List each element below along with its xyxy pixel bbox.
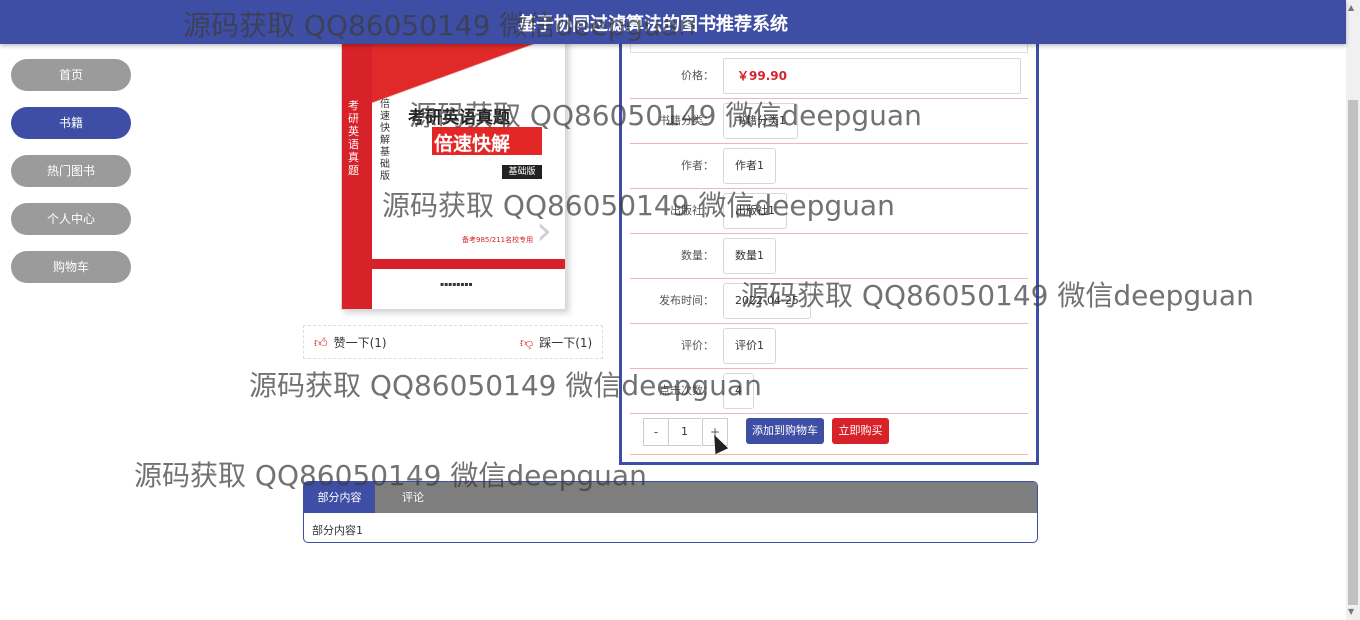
cover-publisher-logo: ▪▪▪▪▪▪▪▪: [440, 281, 473, 288]
tab-bar: 部分内容 评论: [304, 482, 1037, 513]
quantity-row: 数量： 数量1: [630, 234, 1028, 279]
dislike-label: 踩一下(1): [539, 336, 593, 350]
cover-tag: 备考985/211名校专用: [462, 236, 534, 244]
book-detail-panel: 价格： ￥99.90 书籍分类： 书籍分类1 作者： 作者1 出版社： 出版社1…: [619, 38, 1039, 465]
author-value: 作者1: [723, 148, 776, 184]
sidebar-nav: 首页 书籍 热门图书 个人中心 购物车: [11, 59, 131, 299]
nav-personal-center-button[interactable]: 个人中心: [11, 203, 131, 235]
dislike-button[interactable]: 👎︎ 踩一下(1): [520, 334, 592, 351]
vote-box: 👍︎ 赞一下(1) 👎︎ 踩一下(1): [303, 325, 603, 359]
buy-now-button[interactable]: 立即购买: [832, 418, 889, 444]
price-row: 价格： ￥99.90: [630, 54, 1028, 99]
clicks-label: 点击次数：: [659, 384, 714, 397]
tab-partial-content[interactable]: 部分内容: [304, 482, 375, 513]
site-title: 基于协同过滤算法的图书推荐系统: [518, 14, 788, 35]
rating-label: 评价：: [681, 339, 714, 352]
quantity-value: 数量1: [723, 238, 776, 274]
clicks-value: 4: [723, 373, 754, 409]
header-bar: 基于协同过滤算法的图书推荐系统: [0, 0, 1346, 44]
cover-main-title: 倍速快解: [434, 133, 511, 155]
rating-row: 评价： 评价1: [630, 324, 1028, 369]
thumbs-up-icon: 👍︎: [314, 336, 328, 351]
quantity-input[interactable]: 1: [668, 418, 701, 446]
cover-diagonal-band: [372, 39, 565, 109]
like-label: 赞一下(1): [333, 336, 387, 350]
scroll-up-arrow-icon[interactable]: ▲: [1348, 3, 1354, 12]
cover-series-title: 考研英语真题: [408, 108, 510, 128]
publish-date-value: 2022-04-25: [723, 283, 811, 319]
content-tabs: 部分内容 评论 部分内容1: [303, 481, 1038, 543]
purchase-row: - 1 + 添加到购物车 立即购买: [630, 412, 1028, 455]
thumbs-down-icon: 👎︎: [520, 336, 534, 351]
cover-spine-text: 考研英语真题: [348, 99, 359, 177]
nav-home-button[interactable]: 首页: [11, 59, 131, 91]
nav-books-button[interactable]: 书籍: [11, 107, 131, 139]
rating-value: 评价1: [723, 328, 776, 364]
publisher-row: 出版社： 出版社1: [630, 189, 1028, 234]
cover-bottom-strip: [342, 259, 565, 269]
like-button[interactable]: 👍︎ 赞一下(1): [314, 334, 387, 351]
cover-edition-badge: 基础版: [502, 165, 542, 179]
author-row: 作者： 作者1: [630, 144, 1028, 189]
publish-date-row: 发布时间： 2022-04-25: [630, 279, 1028, 324]
scroll-down-arrow-icon[interactable]: ▼: [1348, 607, 1354, 616]
book-cover-image[interactable]: 考研英语真题 倍速快解 基础版 考研英语真题 倍速快解 基础版 备考985/21…: [341, 38, 566, 310]
category-value: 书籍分类1: [723, 103, 798, 139]
cover-side-text: 倍速快解 基础版: [380, 99, 390, 182]
tab-comments[interactable]: 评论: [388, 482, 438, 513]
author-label: 作者：: [681, 159, 714, 172]
quantity-decrease-button[interactable]: -: [643, 418, 669, 446]
nav-cart-button[interactable]: 购物车: [11, 251, 131, 283]
clicks-row: 点击次数： 4: [630, 369, 1028, 414]
scrollbar-thumb[interactable]: [1348, 100, 1358, 605]
nav-hot-books-button[interactable]: 热门图书: [11, 155, 131, 187]
tab-content-text: 部分内容1: [312, 524, 363, 537]
publish-date-label: 发布时间：: [659, 294, 714, 307]
publisher-label: 出版社：: [670, 204, 714, 217]
price-label: 价格：: [681, 69, 714, 82]
price-value: ￥99.90: [723, 58, 1021, 94]
publisher-value: 出版社1: [723, 193, 787, 229]
add-to-cart-button[interactable]: 添加到购物车: [746, 418, 824, 444]
category-row: 书籍分类： 书籍分类1: [630, 99, 1028, 144]
chevron-right-icon[interactable]: ›: [536, 211, 552, 251]
quantity-label: 数量：: [681, 249, 714, 262]
category-label: 书籍分类：: [659, 114, 714, 127]
